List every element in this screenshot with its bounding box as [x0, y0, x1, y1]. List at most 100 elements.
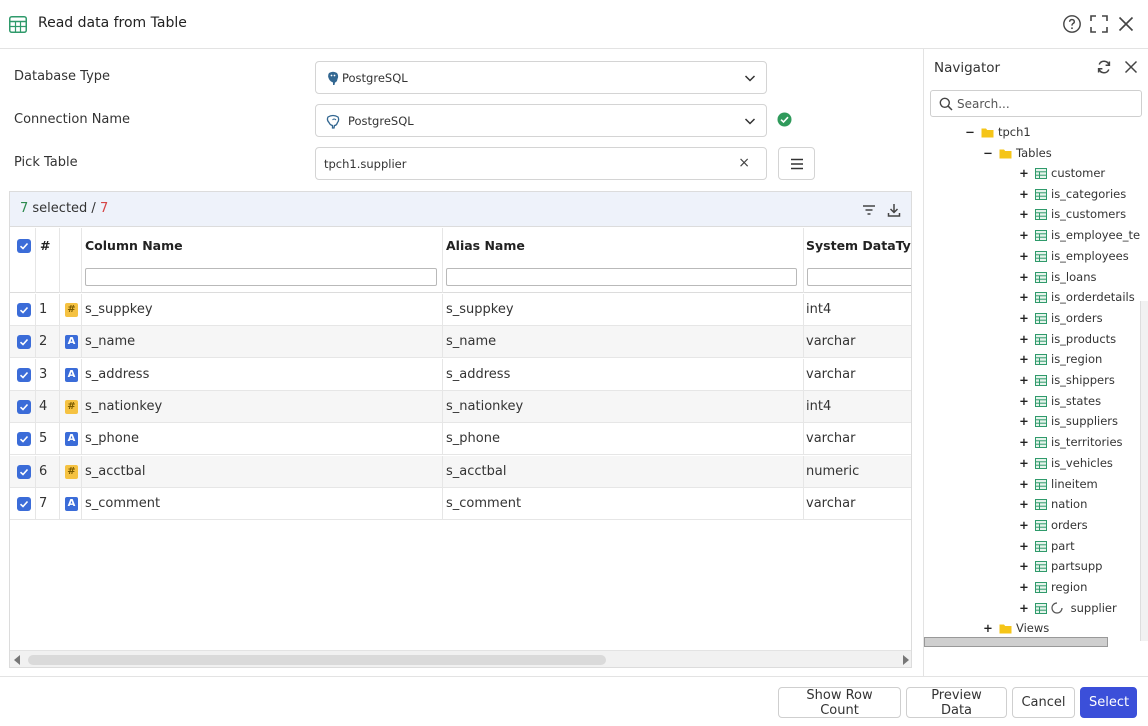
column-name-cell[interactable]: s_nationkey — [82, 390, 443, 423]
close-icon[interactable] — [1123, 59, 1139, 75]
expand-icon[interactable]: + — [1019, 474, 1029, 494]
row-select-cell[interactable] — [10, 358, 36, 391]
tree-item-table[interactable]: + is_region — [1019, 349, 1102, 369]
row-select-cell[interactable] — [10, 390, 36, 423]
row-select-cell[interactable] — [10, 326, 36, 359]
expand-icon[interactable]: + — [1019, 494, 1029, 514]
expand-icon[interactable]: + — [1019, 267, 1029, 287]
expand-icon[interactable]: + — [1019, 246, 1029, 266]
expand-icon[interactable]: + — [983, 618, 993, 638]
expand-icon[interactable]: + — [1019, 432, 1029, 452]
row-checkbox[interactable] — [17, 496, 31, 511]
filter-icon[interactable] — [861, 202, 877, 218]
tree-item-table[interactable]: + is_loans — [1019, 267, 1096, 287]
tree-item-table[interactable]: + is_shippers — [1019, 370, 1115, 390]
expand-icon[interactable]: + — [1019, 287, 1029, 307]
tree-item-table[interactable]: + is_orderdetails — [1019, 287, 1135, 307]
alias-name-cell[interactable]: s_suppkey — [443, 294, 804, 326]
expand-icon[interactable]: + — [1019, 515, 1029, 535]
tree-item-table[interactable]: + is_customers — [1019, 204, 1126, 224]
expand-icon[interactable]: + — [1019, 556, 1029, 576]
expand-icon[interactable]: + — [1019, 308, 1029, 328]
expand-icon[interactable]: + — [1019, 225, 1029, 245]
header-select-all[interactable] — [10, 228, 36, 293]
preview-data-button[interactable]: Preview Data — [906, 687, 1007, 718]
row-checkbox[interactable] — [17, 399, 31, 414]
expand-icon[interactable]: + — [1019, 577, 1029, 597]
navigator-horizontal-scrollbar[interactable] — [924, 637, 1108, 647]
alias-name-cell[interactable]: s_acctbal — [443, 455, 804, 488]
clear-icon[interactable]: × — [738, 156, 750, 170]
tree-item-table[interactable]: + nation — [1019, 494, 1087, 514]
row-checkbox[interactable] — [17, 303, 31, 317]
tree-item-table[interactable]: + region — [1019, 577, 1087, 597]
connection-name-select[interactable]: PostgreSQL — [315, 104, 767, 137]
expand-icon[interactable]: + — [1019, 184, 1029, 204]
scroll-left-icon[interactable] — [14, 655, 20, 665]
collapse-icon[interactable]: − — [965, 122, 975, 142]
collapse-icon[interactable]: − — [983, 143, 993, 163]
horizontal-scrollbar[interactable] — [10, 650, 911, 667]
table-row[interactable]: 3 As_address s_address varchar — [10, 358, 911, 391]
tree-item-table[interactable]: + partsupp — [1019, 556, 1102, 576]
header-alias-name[interactable]: Alias Name — [443, 228, 804, 293]
expand-icon[interactable]: + — [1019, 411, 1029, 431]
expand-icon[interactable]: + — [1019, 598, 1029, 618]
refresh-icon[interactable] — [1096, 59, 1112, 75]
column-name-cell[interactable]: s_comment — [82, 487, 443, 520]
header-system-datatype[interactable]: System DataTyp — [804, 228, 911, 293]
expand-icon[interactable]: + — [1019, 391, 1029, 411]
table-row[interactable]: 5 As_phone s_phone varchar — [10, 423, 911, 456]
row-select-cell[interactable] — [10, 455, 36, 488]
select-all-checkbox[interactable] — [17, 239, 31, 253]
close-icon[interactable] — [1116, 14, 1136, 34]
tree-item-table[interactable]: + is_suppliers — [1019, 411, 1118, 431]
table-row[interactable]: 7 As_comment s_comment varchar — [10, 487, 911, 520]
column-name-cell[interactable]: s_address — [82, 358, 443, 391]
tree-item-table[interactable]: + is_products — [1019, 329, 1116, 349]
alias-name-cell[interactable]: s_phone — [443, 423, 804, 456]
expand-icon[interactable]: + — [1019, 329, 1029, 349]
maximize-icon[interactable] — [1089, 14, 1109, 34]
row-select-cell[interactable] — [10, 294, 36, 326]
row-checkbox[interactable] — [17, 367, 31, 382]
pick-table-input[interactable]: tpch1.supplier × — [315, 147, 767, 180]
expand-icon[interactable]: + — [1019, 536, 1029, 556]
table-row[interactable]: 2 As_name s_name varchar — [10, 326, 911, 359]
alias-name-cell[interactable]: s_nationkey — [443, 390, 804, 423]
navigator-search-input[interactable] — [957, 95, 1137, 113]
tree-item-table[interactable]: + is_states — [1019, 391, 1101, 411]
row-checkbox[interactable] — [17, 464, 31, 479]
tree-item-table[interactable]: + is_employee_te — [1019, 225, 1140, 245]
table-row[interactable]: 1 # s_suppkey s_suppkey int4 — [10, 294, 911, 326]
tree-item-table[interactable]: + customer — [1019, 163, 1105, 183]
cancel-button[interactable]: Cancel — [1012, 687, 1075, 718]
scroll-right-icon[interactable] — [903, 655, 909, 665]
alias-name-cell[interactable]: s_address — [443, 358, 804, 391]
expand-icon[interactable]: + — [1019, 370, 1029, 390]
table-row[interactable]: 6 # s_acctbal s_acctbal numeric — [10, 455, 911, 488]
expand-icon[interactable]: + — [1019, 349, 1029, 369]
navigator-vertical-scrollbar[interactable] — [1140, 301, 1148, 641]
tree-item-table[interactable]: + is_orders — [1019, 308, 1102, 328]
download-icon[interactable] — [886, 202, 902, 218]
table-row[interactable]: 4 # s_nationkey s_nationkey int4 — [10, 390, 911, 423]
tree-item-table[interactable]: + is_vehicles — [1019, 453, 1113, 473]
navigator-search[interactable] — [930, 90, 1142, 117]
tree-item-table[interactable]: + orders — [1019, 515, 1087, 535]
row-select-cell[interactable] — [10, 487, 36, 520]
alias-name-filter-input[interactable] — [446, 268, 797, 286]
alias-name-cell[interactable]: s_comment — [443, 487, 804, 520]
column-name-cell[interactable]: s_name — [82, 326, 443, 359]
tree-item-table[interactable]: + is_employees — [1019, 246, 1129, 266]
column-name-cell[interactable]: s_suppkey — [82, 294, 443, 326]
column-name-cell[interactable]: s_phone — [82, 423, 443, 456]
column-name-cell[interactable]: s_acctbal — [82, 455, 443, 488]
row-checkbox[interactable] — [17, 335, 31, 350]
tree-item-table[interactable]: + lineitem — [1019, 474, 1098, 494]
alias-name-cell[interactable]: s_name — [443, 326, 804, 359]
select-button[interactable]: Select — [1080, 687, 1137, 718]
datatype-filter-input[interactable] — [807, 268, 911, 286]
tree-item-table[interactable]: + is_territories — [1019, 432, 1122, 452]
show-row-count-button[interactable]: Show Row Count — [778, 687, 901, 718]
